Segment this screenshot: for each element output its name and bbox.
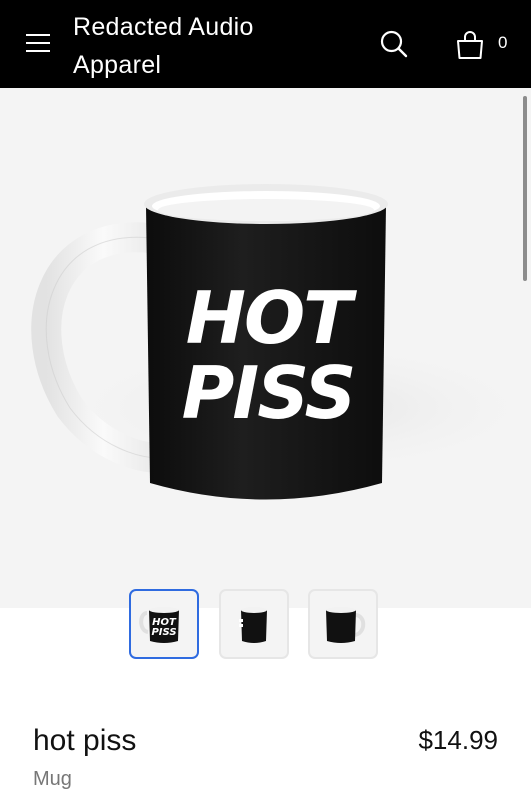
cart-button[interactable]: 0 [456, 30, 512, 60]
product-name: hot piss [33, 724, 137, 757]
cart-count: 0 [498, 33, 508, 52]
shopping-bag-icon [457, 31, 483, 59]
thumbnail-strip: HOT PISS [0, 588, 531, 664]
hamburger-menu-icon[interactable] [26, 34, 50, 54]
thumbnail-side[interactable] [219, 589, 289, 659]
thumbnail-back[interactable] [308, 589, 378, 659]
product-image[interactable]: HOT PISS [0, 88, 531, 608]
search-icon[interactable] [380, 30, 408, 58]
mug-print-line-1: HOT [186, 276, 357, 360]
top-header: Redacted Audio Apparel 0 [0, 0, 531, 88]
store-title[interactable]: Redacted Audio Apparel [73, 8, 333, 84]
product-price: $14.99 [418, 725, 498, 755]
product-type: Mug [33, 768, 72, 790]
thumbnail-print-line-2: PISS [151, 627, 176, 638]
mug-print-line-2: PISS [182, 351, 355, 435]
mug-print: HOT PISS [182, 276, 360, 435]
scrollbar[interactable] [523, 96, 527, 281]
thumbnail-front[interactable]: HOT PISS [129, 589, 199, 659]
